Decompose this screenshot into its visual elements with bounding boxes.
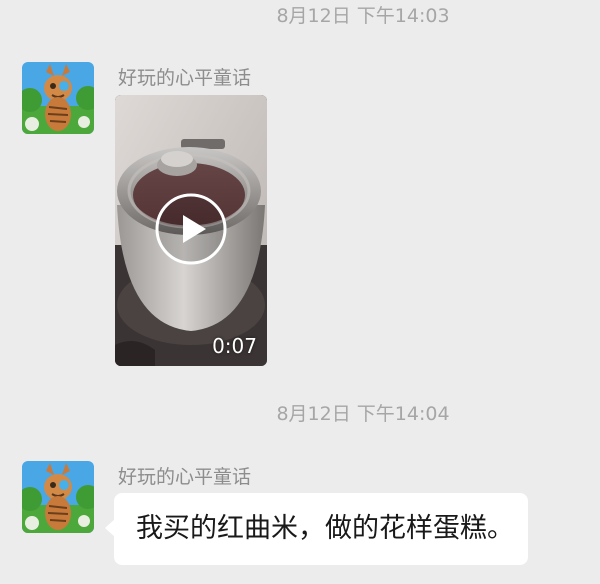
tiger-avatar-icon [22, 62, 94, 134]
video-message[interactable]: 0:07 [115, 95, 267, 366]
sender-avatar[interactable] [22, 461, 94, 533]
play-icon[interactable] [155, 193, 227, 265]
video-duration: 0:07 [212, 334, 257, 358]
timestamp: 8月12日 下午14:04 [276, 403, 450, 425]
tiger-avatar-icon [22, 461, 94, 533]
text-message-bubble[interactable]: 我买的红曲米，做的花样蛋糕。 [114, 493, 528, 565]
sender-name: 好玩的心平童话 [118, 67, 252, 89]
timestamp: 8月12日 下午14:03 [276, 5, 450, 27]
sender-name: 好玩的心平童话 [118, 466, 252, 488]
sender-avatar[interactable] [22, 62, 94, 134]
